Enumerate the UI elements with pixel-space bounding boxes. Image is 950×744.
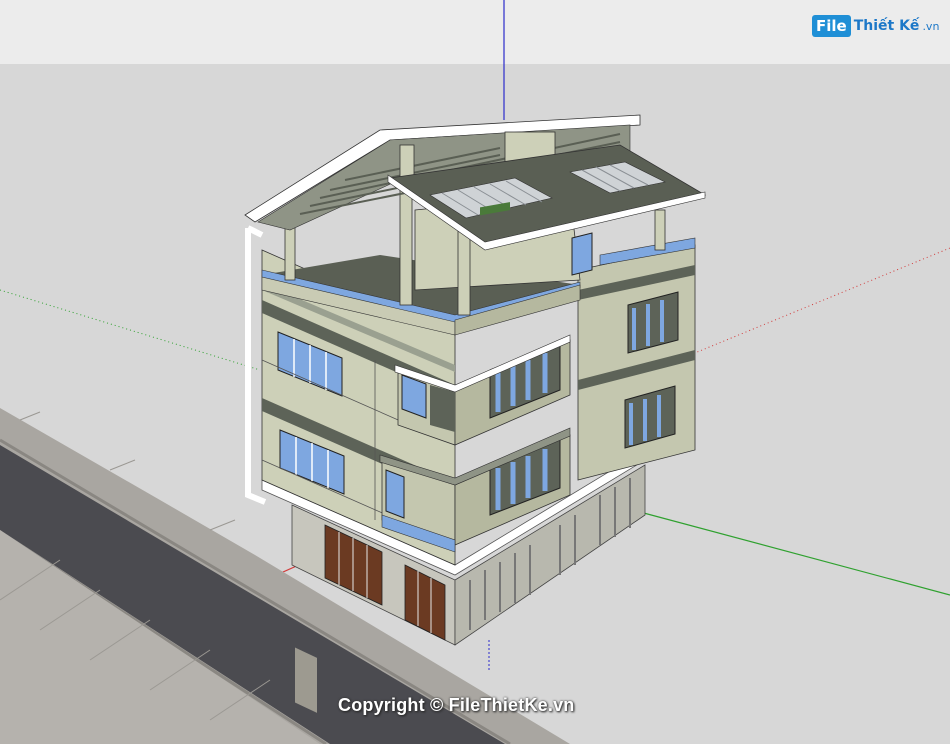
bay-window-f1 <box>385 469 405 519</box>
sketchup-viewport[interactable] <box>0 0 950 744</box>
logo-tld: .vn <box>922 19 940 33</box>
roof-column-1 <box>399 184 413 306</box>
copyright-watermark: Copyright © FileThietKe.vn <box>338 695 575 715</box>
logo-mark: File <box>812 15 851 37</box>
logo-name: Thiết Kế <box>853 18 920 34</box>
bay-slats-f2 <box>430 385 455 432</box>
roof-column-4 <box>654 209 666 251</box>
site-logo[interactable]: File Thiết Kế .vn <box>812 12 939 40</box>
sky <box>0 0 950 64</box>
stone-pillar <box>295 647 317 713</box>
rooftop-window <box>571 232 593 276</box>
